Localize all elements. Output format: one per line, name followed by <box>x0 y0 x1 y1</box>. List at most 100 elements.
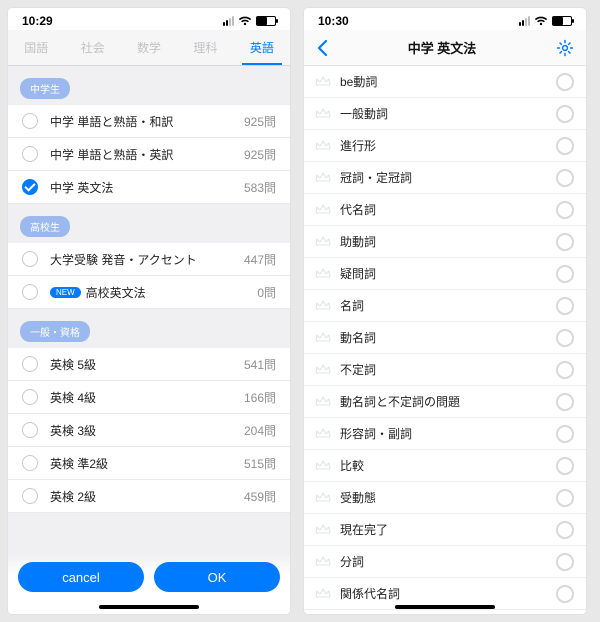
topic-row[interactable]: 助動詞 <box>304 226 586 258</box>
tab-suugaku[interactable]: 数学 <box>121 30 177 65</box>
topic-row[interactable]: 比較 <box>304 450 586 482</box>
course-row[interactable]: 英検 準2級 515問 <box>8 447 290 480</box>
battery-icon <box>256 16 276 26</box>
topic-row[interactable]: 一般動詞 <box>304 98 586 130</box>
progress-ring-icon <box>556 361 574 379</box>
topic-list[interactable]: be動詞 一般動詞 進行形 冠詞・定冠詞 代名詞 助動詞 疑問詞 名詞 動名詞 … <box>304 66 586 614</box>
topic-row[interactable]: 進行形 <box>304 130 586 162</box>
radio-unchecked-icon[interactable] <box>22 455 38 471</box>
topic-row[interactable]: 疑問詞 <box>304 258 586 290</box>
crown-icon <box>314 169 332 187</box>
cancel-button[interactable]: cancel <box>18 562 144 592</box>
home-indicator[interactable] <box>395 605 495 609</box>
phone-right: 10:30 中学 英文法 be動詞 一般動詞 進行形 冠詞・定冠詞 代名詞 助動… <box>304 8 586 614</box>
nav-bar: 中学 英文法 <box>304 30 586 66</box>
topic-row[interactable]: 名詞 <box>304 290 586 322</box>
topic-label: 比較 <box>340 457 556 474</box>
topic-row[interactable]: 冠詞・定冠詞 <box>304 162 586 194</box>
topic-label: 現在完了 <box>340 521 556 538</box>
crown-icon <box>314 329 332 347</box>
progress-ring-icon <box>556 393 574 411</box>
topic-label: 一般動詞 <box>340 105 556 122</box>
course-count: 459問 <box>244 488 276 505</box>
topic-label: 関係代名詞 <box>340 585 556 602</box>
course-count: 515問 <box>244 455 276 472</box>
course-row[interactable]: 英検 5級 541問 <box>8 348 290 381</box>
course-label: 英検 5級 <box>50 356 244 373</box>
crown-icon <box>314 233 332 251</box>
course-row[interactable]: NEW 高校英文法 0問 <box>8 276 290 309</box>
topic-row[interactable]: 不定詞 <box>304 354 586 386</box>
course-count: 583問 <box>244 179 276 196</box>
progress-ring-icon <box>556 233 574 251</box>
topic-label: 動名詞 <box>340 329 556 346</box>
back-button[interactable] <box>316 39 328 57</box>
home-indicator[interactable] <box>99 605 199 609</box>
course-label: 中学 単語と熟語・和訳 <box>50 113 244 130</box>
radio-unchecked-icon[interactable] <box>22 284 38 300</box>
ok-button[interactable]: OK <box>154 562 280 592</box>
signal-icon <box>223 16 234 26</box>
course-row[interactable]: 英検 4級 166問 <box>8 381 290 414</box>
progress-ring-icon <box>556 489 574 507</box>
topic-label: 形容詞・副詞 <box>340 425 556 442</box>
course-row-selected[interactable]: 中学 英文法 583問 <box>8 171 290 204</box>
course-row[interactable]: 中学 単語と熟語・和訳 925問 <box>8 105 290 138</box>
radio-unchecked-icon[interactable] <box>22 488 38 504</box>
progress-ring-icon <box>556 297 574 315</box>
crown-icon <box>314 521 332 539</box>
progress-ring-icon <box>556 137 574 155</box>
radio-checked-icon[interactable] <box>22 179 38 195</box>
progress-ring-icon <box>556 585 574 603</box>
radio-unchecked-icon[interactable] <box>22 389 38 405</box>
section-chip-ippan: 一般・資格 <box>20 321 90 342</box>
radio-unchecked-icon[interactable] <box>22 422 38 438</box>
course-row[interactable]: 中学 単語と熟語・英訳 925問 <box>8 138 290 171</box>
course-label: 高校英文法 <box>86 284 258 301</box>
topic-row[interactable]: be動詞 <box>304 66 586 98</box>
radio-unchecked-icon[interactable] <box>22 113 38 129</box>
radio-unchecked-icon[interactable] <box>22 146 38 162</box>
course-count: 166問 <box>244 389 276 406</box>
course-row[interactable]: 英検 2級 459問 <box>8 480 290 513</box>
progress-ring-icon <box>556 457 574 475</box>
topic-row[interactable]: 代名詞 <box>304 194 586 226</box>
progress-ring-icon <box>556 553 574 571</box>
tab-eigo[interactable]: 英語 <box>234 30 290 65</box>
wifi-icon <box>534 16 548 26</box>
crown-icon <box>314 585 332 603</box>
tab-kokugo[interactable]: 国語 <box>8 30 64 65</box>
progress-ring-icon <box>556 201 574 219</box>
progress-ring-icon <box>556 73 574 91</box>
status-right <box>519 16 572 26</box>
topic-row[interactable]: 動名詞と不定詞の問題 <box>304 386 586 418</box>
course-row[interactable]: 大学受験 発音・アクセント 447問 <box>8 243 290 276</box>
nav-title: 中学 英文法 <box>408 38 477 57</box>
radio-unchecked-icon[interactable] <box>22 356 38 372</box>
course-count: 541問 <box>244 356 276 373</box>
topic-row[interactable]: 分詞 <box>304 546 586 578</box>
new-badge: NEW <box>50 287 81 298</box>
course-list[interactable]: 中学生 中学 単語と熟語・和訳 925問 中学 単語と熟語・英訳 925問 中学… <box>8 66 290 614</box>
course-count: 447問 <box>244 251 276 268</box>
settings-button[interactable] <box>556 39 574 57</box>
wifi-icon <box>238 16 252 26</box>
status-bar: 10:30 <box>304 8 586 30</box>
topic-label: 疑問詞 <box>340 265 556 282</box>
topic-row[interactable]: 動名詞 <box>304 322 586 354</box>
topic-row[interactable]: 形容詞・副詞 <box>304 418 586 450</box>
crown-icon <box>314 425 332 443</box>
topic-label: 動名詞と不定詞の問題 <box>340 393 556 410</box>
battery-icon <box>552 16 572 26</box>
course-label: 大学受験 発音・アクセント <box>50 251 244 268</box>
tab-rika[interactable]: 理科 <box>177 30 233 65</box>
topic-label: 不定詞 <box>340 361 556 378</box>
course-row[interactable]: 英検 3級 204問 <box>8 414 290 447</box>
topic-row[interactable]: 現在完了 <box>304 514 586 546</box>
topic-row[interactable]: 受動態 <box>304 482 586 514</box>
radio-unchecked-icon[interactable] <box>22 251 38 267</box>
progress-ring-icon <box>556 521 574 539</box>
progress-ring-icon <box>556 265 574 283</box>
course-label: 中学 英文法 <box>50 179 244 196</box>
tab-shakai[interactable]: 社会 <box>64 30 120 65</box>
